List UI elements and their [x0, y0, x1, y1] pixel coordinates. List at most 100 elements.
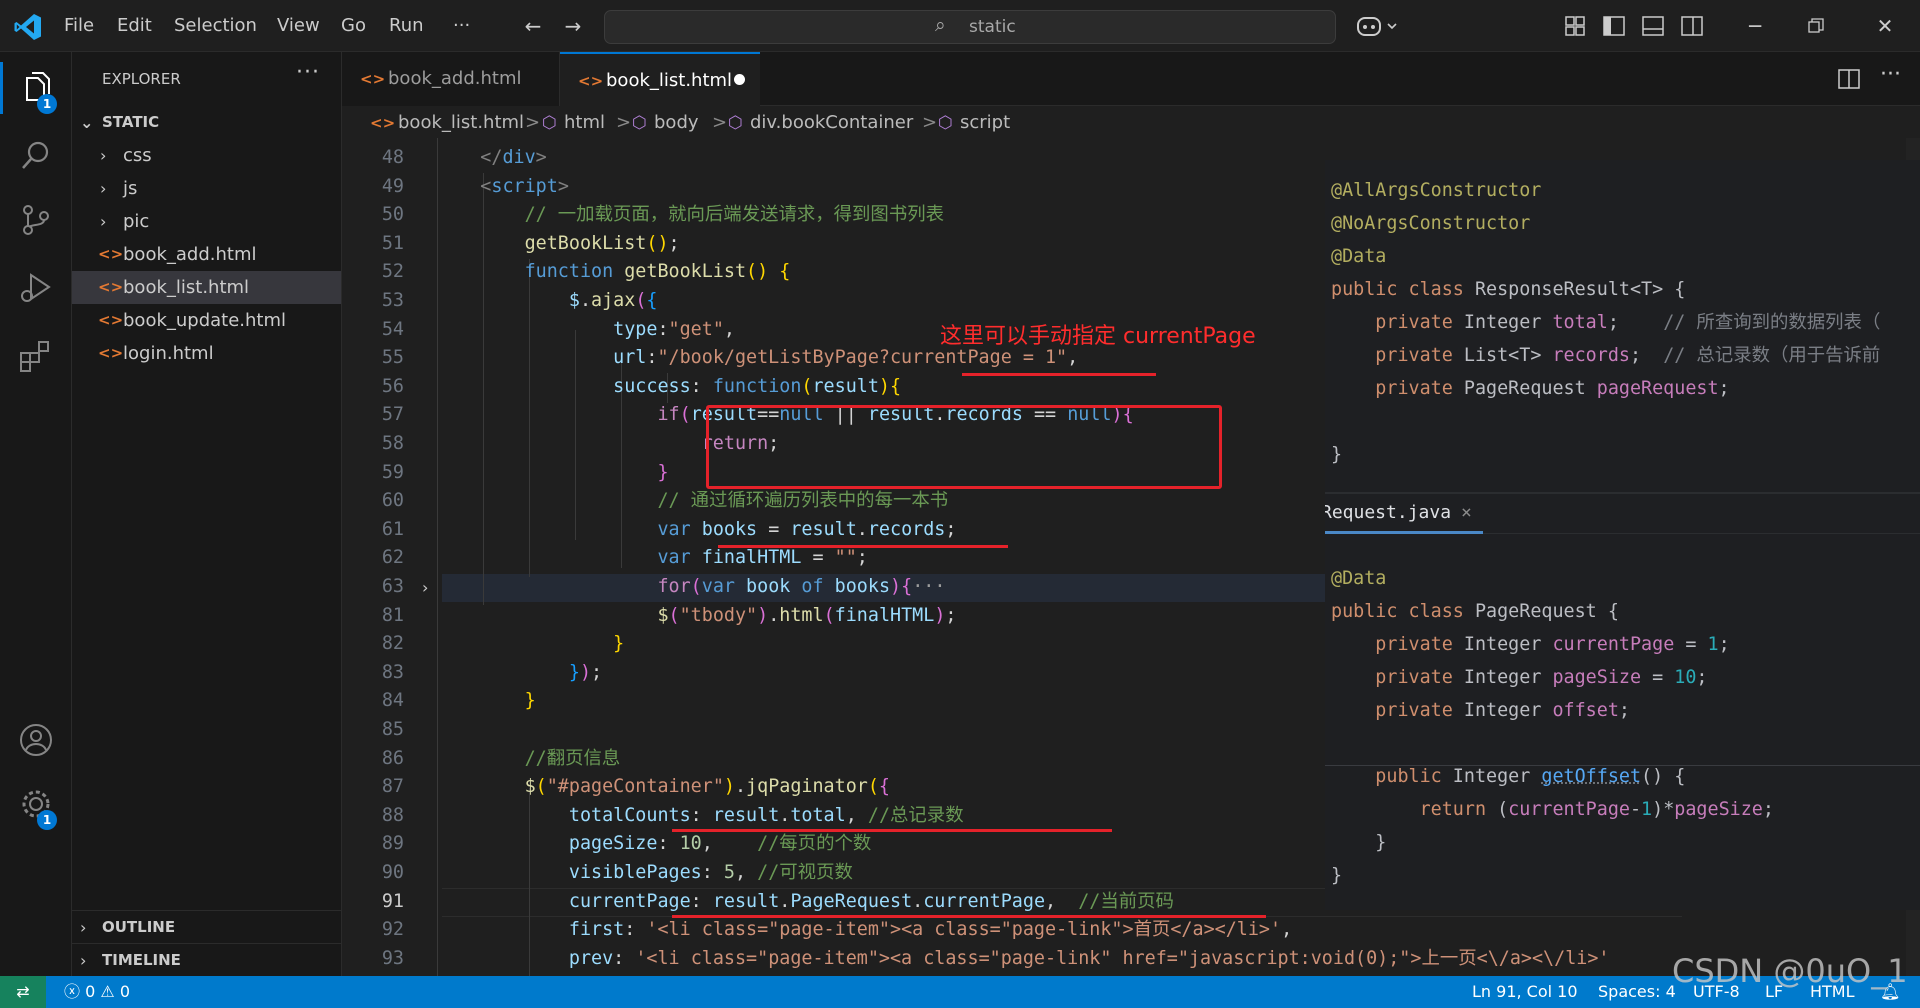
- java-file-tab[interactable]: Request.java ×: [1325, 492, 1920, 534]
- cursor-position[interactable]: Ln 91, Col 10: [1472, 976, 1578, 1008]
- menu-selection[interactable]: Selection: [174, 0, 257, 52]
- line-number: 60: [381, 490, 404, 512]
- breadcrumb-div[interactable]: div.bookContainer: [750, 110, 913, 136]
- split-editor-icon[interactable]: [1838, 68, 1860, 94]
- folder-root-static[interactable]: ⌄ STATIC: [72, 106, 341, 139]
- menu-go[interactable]: Go: [341, 0, 366, 52]
- chevron-down-icon: ⌄: [80, 113, 94, 132]
- java-comment: // 总记录数（用于告诉前: [1663, 345, 1881, 366]
- tree-item-book-update[interactable]: <> book_update.html: [72, 304, 341, 337]
- close-icon[interactable]: ×: [1461, 502, 1472, 523]
- line-number: 90: [381, 862, 404, 883]
- line-number: 85: [381, 719, 404, 740]
- code-line-87: $("#pageContainer").jqPaginator({: [524, 776, 890, 798]
- line-number: 86: [381, 747, 404, 769]
- red-underline: [718, 545, 1008, 548]
- explorer-more-button[interactable]: ···: [296, 60, 320, 85]
- tab-book-add[interactable]: <> book_add.html: [342, 52, 560, 106]
- code-line-92: first: '<li class="page-item"><a class="…: [568, 919, 1293, 941]
- remote-indicator-icon[interactable]: ⇄: [0, 976, 46, 1008]
- breadcrumb-separator: >: [525, 112, 541, 133]
- line-number: 57: [381, 404, 404, 426]
- breadcrumb-script[interactable]: script: [960, 110, 1010, 136]
- command-center-label: static: [969, 17, 1016, 37]
- tab-underline: [1325, 531, 1483, 534]
- extensions-activity[interactable]: [0, 324, 72, 388]
- menu-file[interactable]: File: [64, 0, 94, 52]
- line-number: 54: [381, 318, 404, 340]
- tab-book-list[interactable]: <> book_list.html: [560, 52, 760, 106]
- menu-edit[interactable]: Edit: [117, 0, 152, 52]
- string-first: '<li class="page-item"><a class="page-li…: [646, 919, 1282, 941]
- html-file-icon: <>: [98, 278, 124, 296]
- java-line: private List<T> records; // 总记录数（用于告诉前: [1375, 345, 1881, 366]
- line-number: 93: [381, 947, 404, 969]
- outline-section[interactable]: › OUTLINE: [72, 910, 341, 943]
- errors-status[interactable]: ⓧ 0 ⚠ 0: [64, 976, 130, 1008]
- tree-item-login[interactable]: <> login.html: [72, 337, 341, 370]
- java-comment: // 所查询到的数据列表（: [1663, 312, 1881, 333]
- tree-item-label: pic: [123, 211, 150, 232]
- code-line-86: //翻页信息: [436, 745, 621, 774]
- tab-label: book_add.html: [388, 68, 522, 89]
- copilot-icon[interactable]: [1356, 14, 1404, 38]
- source-control-activity[interactable]: [0, 188, 72, 252]
- java-field: pageRequest: [1596, 378, 1719, 399]
- code-line-89: pageSize: 10, //每页的个数: [568, 833, 872, 855]
- close-icon[interactable]: ✕: [1865, 0, 1905, 52]
- tree-item-label: css: [123, 145, 152, 166]
- toggle-panel-icon[interactable]: [1642, 15, 1664, 41]
- minimize-icon[interactable]: ─: [1735, 0, 1775, 52]
- java-line: private PageRequest pageRequest;: [1375, 378, 1730, 399]
- accounts-activity[interactable]: [0, 708, 72, 772]
- toggle-primary-sidebar-icon[interactable]: [1603, 15, 1625, 41]
- arrow-forward-icon[interactable]: →: [558, 0, 588, 52]
- java-line: @Data: [1331, 240, 1386, 273]
- indentation-status[interactable]: Spaces: 4: [1598, 976, 1676, 1008]
- tree-item-js[interactable]: › js: [72, 172, 341, 205]
- search-activity[interactable]: [0, 124, 72, 188]
- editor-more-icon[interactable]: ···: [1880, 62, 1901, 87]
- java-line: private Integer total; // 所查询到的数据列表（: [1375, 312, 1881, 333]
- code-line-60: // 通过循环遍历列表中的每一本书: [436, 487, 948, 516]
- tree-item-pic[interactable]: › pic: [72, 205, 341, 238]
- active-indicator: [0, 62, 3, 114]
- tree-item-book-list[interactable]: <> book_list.html: [72, 271, 341, 304]
- breadcrumb-html[interactable]: html: [564, 110, 605, 136]
- customize-layout-icon[interactable]: [1565, 16, 1585, 40]
- java-class-name: PageRequest: [1474, 601, 1597, 622]
- run-debug-activity[interactable]: [0, 256, 72, 320]
- menu-view[interactable]: View: [277, 0, 320, 52]
- string-prev: '<li class="page-item"><a class="page-li…: [635, 947, 1610, 969]
- tree-item-book-add[interactable]: <> book_add.html: [72, 238, 341, 271]
- code-line-48: </div>: [480, 147, 547, 168]
- status-bar: ⇄ ⓧ 0 ⚠ 0 Ln 91, Col 10 Spaces: 4 UTF-8 …: [0, 976, 1920, 1008]
- java-line: @NoArgsConstructor: [1331, 207, 1530, 240]
- settings-activity[interactable]: 1: [0, 772, 72, 836]
- explorer-badge: 1: [37, 94, 57, 114]
- restore-icon[interactable]: [1808, 18, 1824, 38]
- string-url: "/book/getListByPage?currentPage = 1": [657, 347, 1068, 369]
- java-number: 1: [1641, 799, 1653, 820]
- command-center[interactable]: ⌕ static: [604, 10, 1336, 44]
- settings-badge: 1: [37, 810, 57, 830]
- fold-chevron-icon[interactable]: ›: [422, 574, 428, 603]
- title-bar: File Edit Selection View Go Run ··· ← → …: [0, 0, 1920, 52]
- arrow-back-icon[interactable]: ←: [518, 0, 548, 52]
- breadcrumb-body[interactable]: body: [654, 110, 699, 136]
- toggle-secondary-sidebar-icon[interactable]: [1681, 15, 1703, 41]
- fold-ellipsis[interactable]: ···: [912, 576, 945, 597]
- java-field: currentPage: [1508, 799, 1630, 820]
- breadcrumb-separator: >: [616, 112, 632, 133]
- explorer-activity[interactable]: 1: [0, 56, 72, 120]
- menu-more[interactable]: ···: [453, 0, 470, 52]
- code-line-82: }: [613, 633, 625, 655]
- breadcrumb-file[interactable]: book_list.html: [398, 110, 524, 136]
- timeline-section[interactable]: › TIMELINE: [72, 943, 341, 976]
- tree-item-css[interactable]: › css: [72, 139, 341, 172]
- html-file-icon: <>: [578, 72, 604, 90]
- unsaved-dot-icon[interactable]: [734, 74, 745, 85]
- explorer-title: EXPLORER: [102, 70, 181, 88]
- cube-icon: ⬡: [632, 113, 647, 133]
- menu-run[interactable]: Run: [389, 0, 424, 52]
